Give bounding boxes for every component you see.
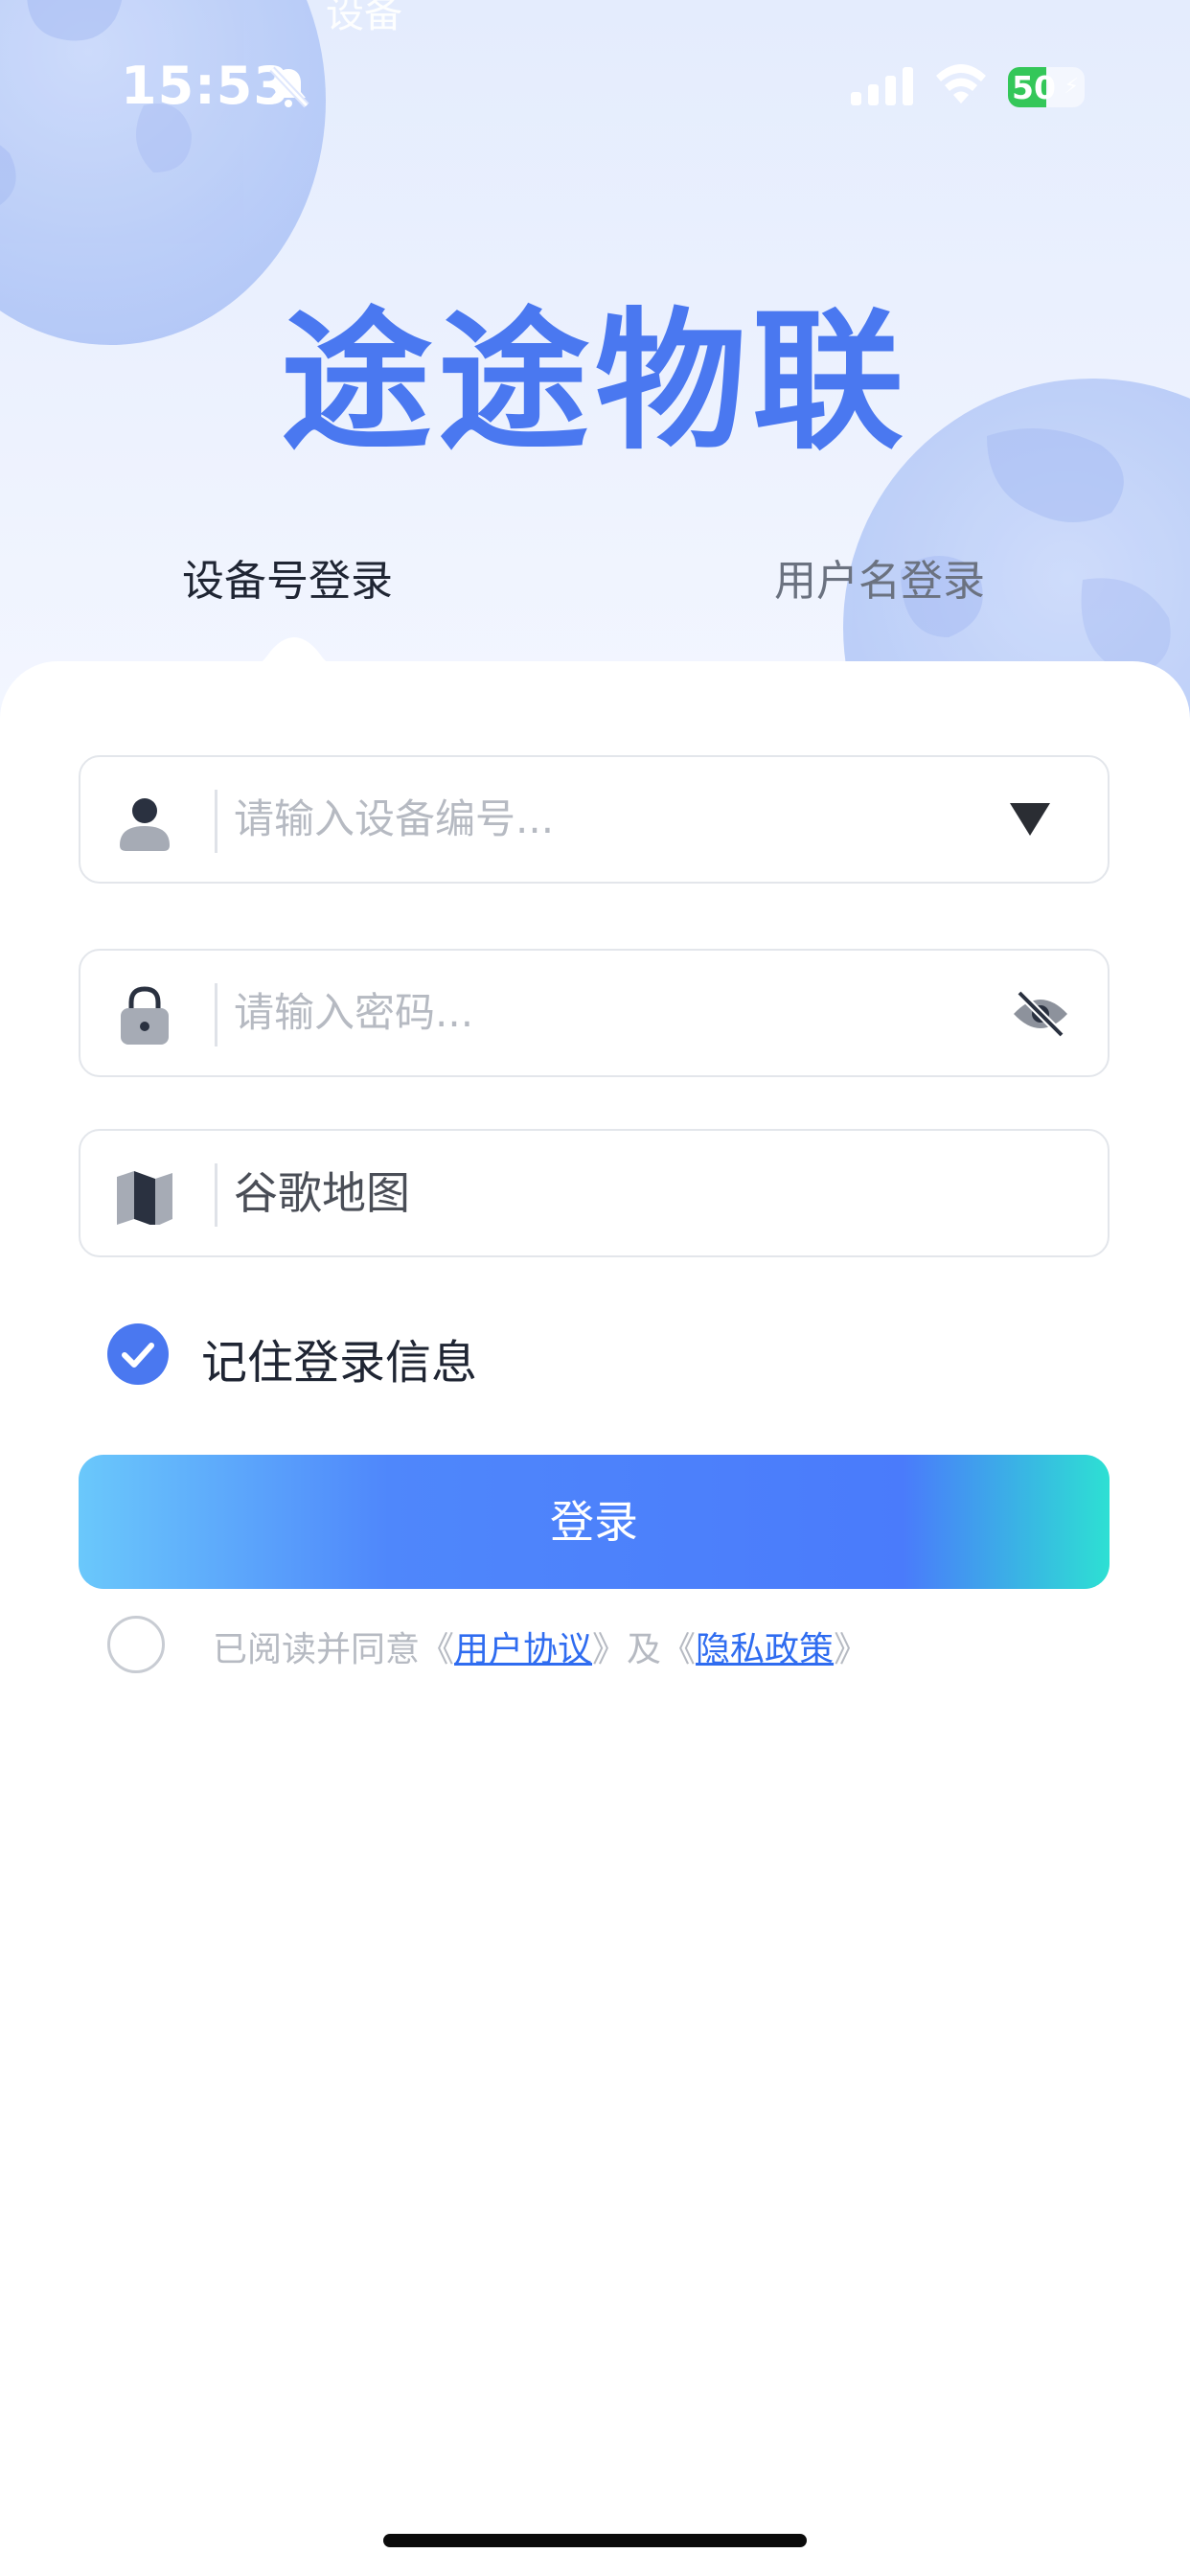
field-divider [215, 790, 217, 853]
password-input[interactable]: 请输入密码... [234, 951, 473, 1075]
remember-label: 记住登录信息 [201, 1336, 478, 1390]
check-icon [122, 1343, 154, 1368]
battery-icon: 50 ⚡ [1008, 67, 1085, 107]
agreement-text: 已阅读并同意《用户协议》及《隐私政策》 [213, 1622, 868, 1671]
tab-username-login[interactable]: 用户名登录 [774, 546, 985, 608]
signal-icon [851, 67, 913, 105]
device-number-field[interactable]: 请输入设备编号... [79, 755, 1110, 884]
field-divider [215, 1163, 217, 1227]
lock-icon [121, 986, 169, 1045]
battery-percent: 50 [1012, 69, 1056, 106]
eye-slash-icon[interactable] [1012, 987, 1069, 1041]
remember-checkbox[interactable] [107, 1323, 169, 1385]
home-indicator [383, 2534, 807, 2547]
agreement-row: 已阅读并同意《用户协议》及《隐私政策》 [107, 1616, 1113, 1683]
login-tabs: 设备号登录 用户名登录 [0, 546, 1190, 642]
app-title: 途途物联 [281, 294, 909, 471]
device-number-input[interactable]: 请输入设备编号... [234, 757, 554, 882]
agreement-suffix: 》 [834, 1630, 869, 1669]
wifi-icon [936, 64, 986, 104]
chevron-down-icon[interactable] [1010, 803, 1050, 838]
login-button[interactable]: 登录 [79, 1455, 1110, 1589]
user-agreement-link[interactable]: 用户协议 [454, 1630, 592, 1669]
charging-bolt-icon: ⚡ [1064, 75, 1079, 99]
privacy-policy-link[interactable]: 隐私政策 [696, 1630, 834, 1669]
map-field[interactable]: 谷歌地图 [79, 1129, 1110, 1257]
tab-device-login[interactable]: 设备号登录 [182, 546, 393, 608]
agreement-prefix: 已阅读并同意《 [213, 1630, 455, 1669]
agreement-middle: 》及《 [592, 1630, 697, 1669]
agreement-radio[interactable] [107, 1616, 165, 1673]
map-icon [117, 1171, 172, 1225]
field-divider [215, 983, 217, 1046]
password-field[interactable]: 请输入密码... [79, 949, 1110, 1077]
bell-slash-icon [269, 66, 309, 108]
map-select[interactable]: 谷歌地图 [234, 1131, 410, 1255]
status-bar: 15:53 50 ⚡ [0, 0, 1190, 144]
user-icon [120, 798, 170, 851]
